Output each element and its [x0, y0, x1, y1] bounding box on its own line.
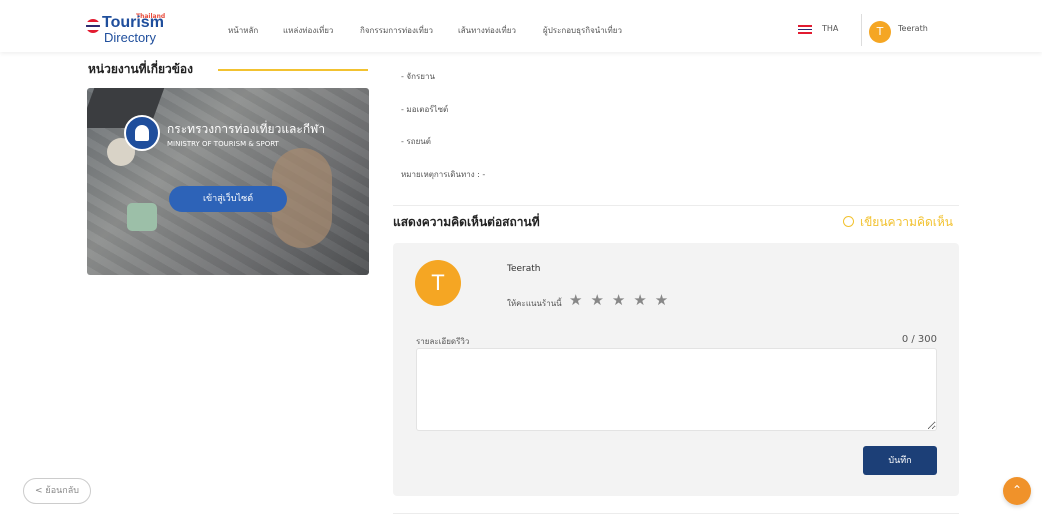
write-comment-label: เขียนความคิดเห็น	[860, 215, 953, 229]
ministry-name-th: กระทรวงการท่องเที่ยวและกีฬา	[167, 122, 326, 136]
nav-home[interactable]: หน้าหลัก	[228, 24, 258, 37]
commenter-name: Teerath	[507, 264, 541, 274]
thai-flag-icon	[798, 25, 812, 34]
chevron-up-icon: ⌃	[1011, 483, 1023, 497]
nav-tour-operators[interactable]: ผู้ประกอบธุรกิจนำเที่ยว	[543, 24, 622, 37]
tourism-directory-logo[interactable]: Thailand Tourism Directory	[86, 13, 166, 45]
camera-image	[127, 203, 157, 231]
logo-line1: Tourism	[102, 14, 164, 31]
review-detail-label: รายละเอียดรีวิว	[416, 337, 470, 346]
nav-routes[interactable]: เส้นทางท่องเที่ยว	[458, 24, 516, 37]
commenter-avatar: T	[415, 260, 461, 306]
comments-heading: แสดงความคิดเห็นต่อสถานที่	[393, 215, 540, 229]
related-agencies-title: หน่วยงานที่เกี่ยวข้อง	[88, 62, 193, 76]
user-name[interactable]: Teerath	[898, 24, 928, 33]
travel-note: หมายเหตุการเดินทาง : -	[401, 170, 486, 179]
section-divider	[393, 205, 959, 206]
top-navbar: Thailand Tourism Directory หน้าหลัก แหล่…	[0, 0, 1042, 52]
nav-activities[interactable]: กิจกรรมการท่องเที่ยว	[360, 24, 433, 37]
transport-motorcycle: - มอเตอร์ไซต์	[401, 105, 449, 114]
logo-line2: Directory	[104, 30, 157, 45]
language-label: THA	[822, 24, 839, 33]
ministry-seal-icon	[124, 115, 160, 151]
review-textarea[interactable]	[416, 348, 937, 431]
comment-bubble-icon	[843, 216, 854, 227]
write-comment-link[interactable]: เขียนความคิดเห็น	[843, 213, 953, 232]
nav-attractions[interactable]: แหล่งท่องเที่ยว	[283, 24, 333, 37]
scroll-to-top-button[interactable]: ⌃	[1003, 477, 1031, 505]
save-button[interactable]: บันทึก	[863, 446, 937, 475]
visit-website-button[interactable]: เข้าสู่เว็บไซต์	[169, 186, 287, 212]
ministry-name-en: MINISTRY OF TOURISM & SPORT	[167, 140, 279, 148]
transport-car: - รถยนต์	[401, 137, 431, 146]
ministry-banner[interactable]: กระทรวงการท่องเที่ยวและกีฬา MINISTRY OF …	[87, 88, 369, 275]
header-divider	[861, 14, 862, 46]
bottom-divider	[393, 513, 959, 514]
star-rating[interactable]: ★★★★★	[569, 291, 676, 309]
title-underline	[218, 69, 368, 71]
comment-form: T Teerath ให้คะแนนร้านนี้ ★★★★★ รายละเอี…	[393, 243, 959, 496]
transport-bicycle: - จักรยาน	[401, 72, 435, 81]
thai-flag-icon	[86, 19, 100, 33]
rating-label: ให้คะแนนร้านนี้	[507, 299, 562, 308]
back-button[interactable]: < ย้อนกลับ	[23, 478, 91, 504]
character-counter: 0 / 300	[901, 334, 937, 345]
user-avatar[interactable]: T	[869, 21, 891, 43]
